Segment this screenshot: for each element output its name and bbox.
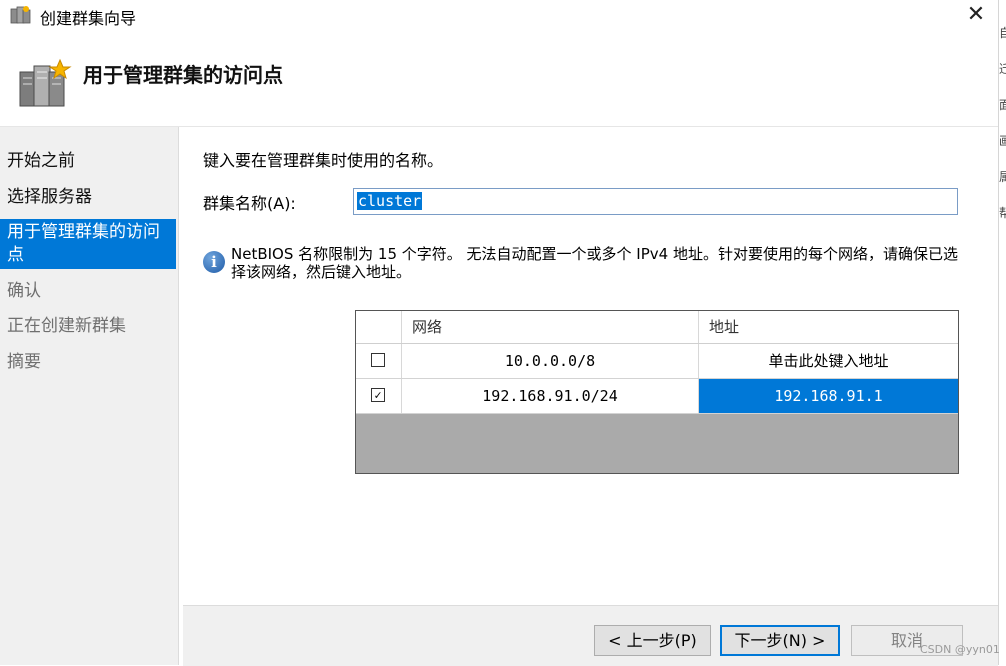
window-title: 创建群集向导 [40,9,137,28]
wizard-steps: 开始之前 选择服务器 用于管理群集的访问点 确认 正在创建新群集 摘要 [0,127,179,665]
table-row: 10.0.0.0/8 单击此处键入地址 [356,344,958,379]
back-button[interactable]: < 上一步(P) [594,625,711,656]
row-checkbox-cell: ✓ [356,379,402,413]
network-grid: 网络 地址 10.0.0.0/8 单击此处键入地址 ✓ 192.168.91.0… [355,310,959,474]
next-button[interactable]: 下一步(N) > [720,625,840,656]
cluster-app-icon [10,6,31,24]
step-access-point[interactable]: 用于管理群集的访问点 [0,219,176,269]
step-select-servers[interactable]: 选择服务器 [0,186,176,209]
info-message: NetBIOS 名称限制为 15 个字符。 无法自动配置一个或多个 IPv4 地… [231,245,958,281]
step-creating-cluster: 正在创建新群集 [7,316,126,336]
address-cell[interactable]: 单击此处键入地址 [699,344,958,378]
table-row: ✓ 192.168.91.0/24 192.168.91.1 [356,379,958,414]
cluster-servers-icon [19,58,72,107]
info-icon: i [203,251,225,273]
wizard-window: 创建群集向导 ✕ 用于管理群集的访问点 开始之前 选择服务器 用于管理群集的访问… [0,0,998,666]
step-confirmation: 确认 [7,281,41,301]
step-before-you-begin[interactable]: 开始之前 [0,150,176,173]
network-checkbox[interactable] [371,353,385,367]
row-checkbox-cell [356,344,402,378]
wizard-content: 键入要在管理群集时使用的名称。 群集名称(A): cluster i NetBI… [183,127,998,603]
grid-header: 网络 地址 [356,311,958,344]
watermark: CSDN @yyn01 [920,643,1000,656]
header-checkbox-column [356,311,402,343]
close-button[interactable]: ✕ [961,1,991,29]
wizard-header: 用于管理群集的访问点 [0,32,998,127]
step-summary: 摘要 [7,352,41,372]
cluster-name-value: cluster [357,192,423,210]
wizard-footer: < 上一步(P) 下一步(N) > 取消 [183,605,998,666]
header-address[interactable]: 地址 [699,311,958,343]
page-heading: 用于管理群集的访问点 [83,63,283,87]
cluster-name-label: 群集名称(A): [203,194,296,213]
address-cell[interactable]: 192.168.91.1 [699,379,958,413]
title-bar: 创建群集向导 ✕ [0,0,998,32]
network-cell: 10.0.0.0/8 [402,344,699,378]
header-network[interactable]: 网络 [402,311,699,343]
cluster-name-input[interactable]: cluster [353,188,958,215]
background-window-edge: 自迁面画属帮 [998,0,1006,665]
network-cell: 192.168.91.0/24 [402,379,699,413]
network-checkbox[interactable]: ✓ [371,388,385,402]
close-icon: ✕ [966,2,986,27]
instruction-text: 键入要在管理群集时使用的名称。 [203,151,444,170]
